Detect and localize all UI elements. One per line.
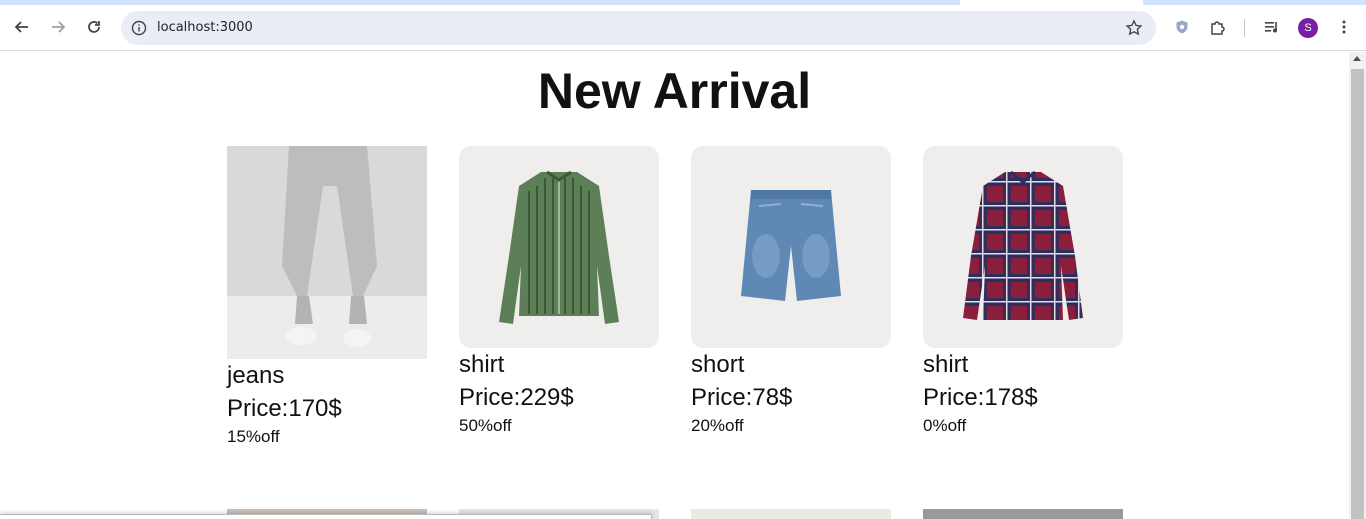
- toolbar-divider: [1244, 19, 1245, 37]
- product-image-plaid-shirt[interactable]: [923, 146, 1123, 348]
- reload-icon[interactable]: [80, 13, 108, 41]
- product-name: short: [691, 351, 745, 378]
- product-card[interactable]: shirt Price:229$ 50%off: [459, 146, 659, 437]
- browser-toolbar: localhost:3000 S: [0, 5, 1366, 51]
- product-card[interactable]: jeans Price:170$ 15%off: [227, 146, 427, 448]
- page-viewport: New Arrival jeans Price:170$ 15%off shir…: [0, 52, 1349, 519]
- vertical-scrollbar[interactable]: [1349, 52, 1366, 519]
- back-icon[interactable]: [8, 13, 36, 41]
- product-price: Price:78$: [691, 384, 793, 411]
- shield-extension-icon[interactable]: [1168, 13, 1196, 41]
- bottom-popup-panel: [0, 514, 652, 519]
- product-image-green-shirt[interactable]: [459, 146, 659, 348]
- product-price: Price:178$: [923, 384, 1038, 411]
- product-price: Price:229$: [459, 384, 574, 411]
- product-image-joggers[interactable]: [227, 146, 427, 359]
- site-info-icon[interactable]: [129, 18, 149, 38]
- product-name: jeans: [227, 362, 285, 389]
- forward-icon[interactable]: [44, 13, 72, 41]
- product-name: shirt: [923, 351, 969, 378]
- scrollbar-thumb[interactable]: [1351, 69, 1364, 519]
- product-price: Price:170$: [227, 395, 342, 422]
- page-title: New Arrival: [537, 63, 812, 119]
- media-controls-icon[interactable]: [1258, 13, 1286, 41]
- product-card[interactable]: short Price:78$ 20%off: [691, 146, 891, 437]
- bookmark-star-icon[interactable]: [1124, 18, 1144, 38]
- product-image-partial[interactable]: [923, 509, 1123, 519]
- product-discount: 15%off: [227, 427, 280, 446]
- profile-avatar[interactable]: S: [1298, 18, 1318, 38]
- url-text[interactable]: localhost:3000: [157, 20, 253, 35]
- product-card[interactable]: shirt Price:178$ 0%off: [923, 146, 1123, 437]
- address-bar[interactable]: localhost:3000: [121, 11, 1156, 45]
- scroll-up-arrow-icon[interactable]: [1353, 56, 1361, 61]
- product-discount: 50%off: [459, 416, 512, 435]
- product-discount: 20%off: [691, 416, 744, 435]
- product-image-partial[interactable]: [691, 509, 891, 519]
- product-name: shirt: [459, 351, 505, 378]
- kebab-menu-icon[interactable]: [1330, 13, 1358, 41]
- extensions-puzzle-icon[interactable]: [1204, 13, 1232, 41]
- product-image-denim-shorts[interactable]: [691, 146, 891, 348]
- product-discount: 0%off: [923, 416, 967, 435]
